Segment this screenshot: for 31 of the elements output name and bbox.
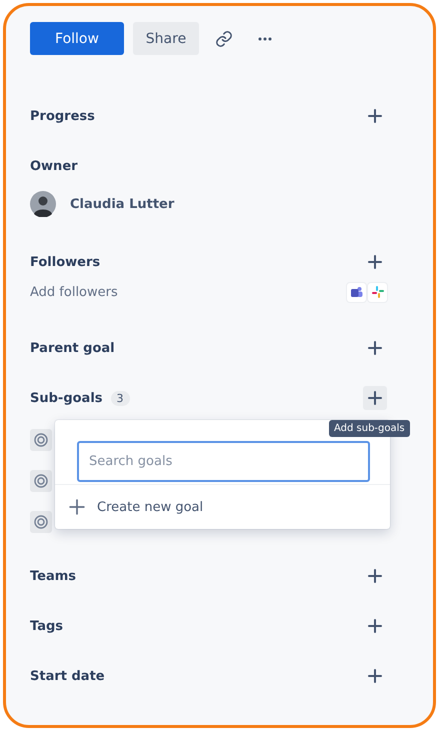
plus-icon [368,109,382,123]
plus-icon [368,341,382,355]
plus-icon [368,391,382,405]
section-title: Parent goal [30,340,115,356]
tooltip: Add sub-goals [329,420,410,437]
add-followers-hint: Add followers [30,284,118,300]
owner-name[interactable]: Claudia Lutter [70,196,174,212]
plus-icon [368,669,382,683]
people-icon[interactable] [347,282,366,302]
target-icon [30,470,52,492]
target-icon [30,511,52,533]
section-title: Progress [30,108,95,124]
avatar [30,191,56,217]
section-title: Start date [30,668,105,684]
add-button[interactable] [363,386,387,410]
share-button[interactable]: Share [133,22,199,55]
section-title: Followers [30,254,100,270]
section-title: Tags [30,618,64,634]
plus-icon [368,569,382,583]
follow-button[interactable]: Follow [30,22,124,55]
plus-icon [69,499,85,515]
count-badge: 3 [110,390,130,406]
section-title: Sub-goals [30,390,103,406]
plus-icon [368,255,382,269]
target-icon [30,429,52,451]
create-goal-item[interactable]: Create new goal [55,485,390,529]
section-title: Owner [30,158,78,174]
section-title: Teams [30,568,76,584]
search-field[interactable]: Search goals [77,441,370,482]
pinwheel-icon[interactable] [368,282,387,302]
plus-icon [368,619,382,633]
